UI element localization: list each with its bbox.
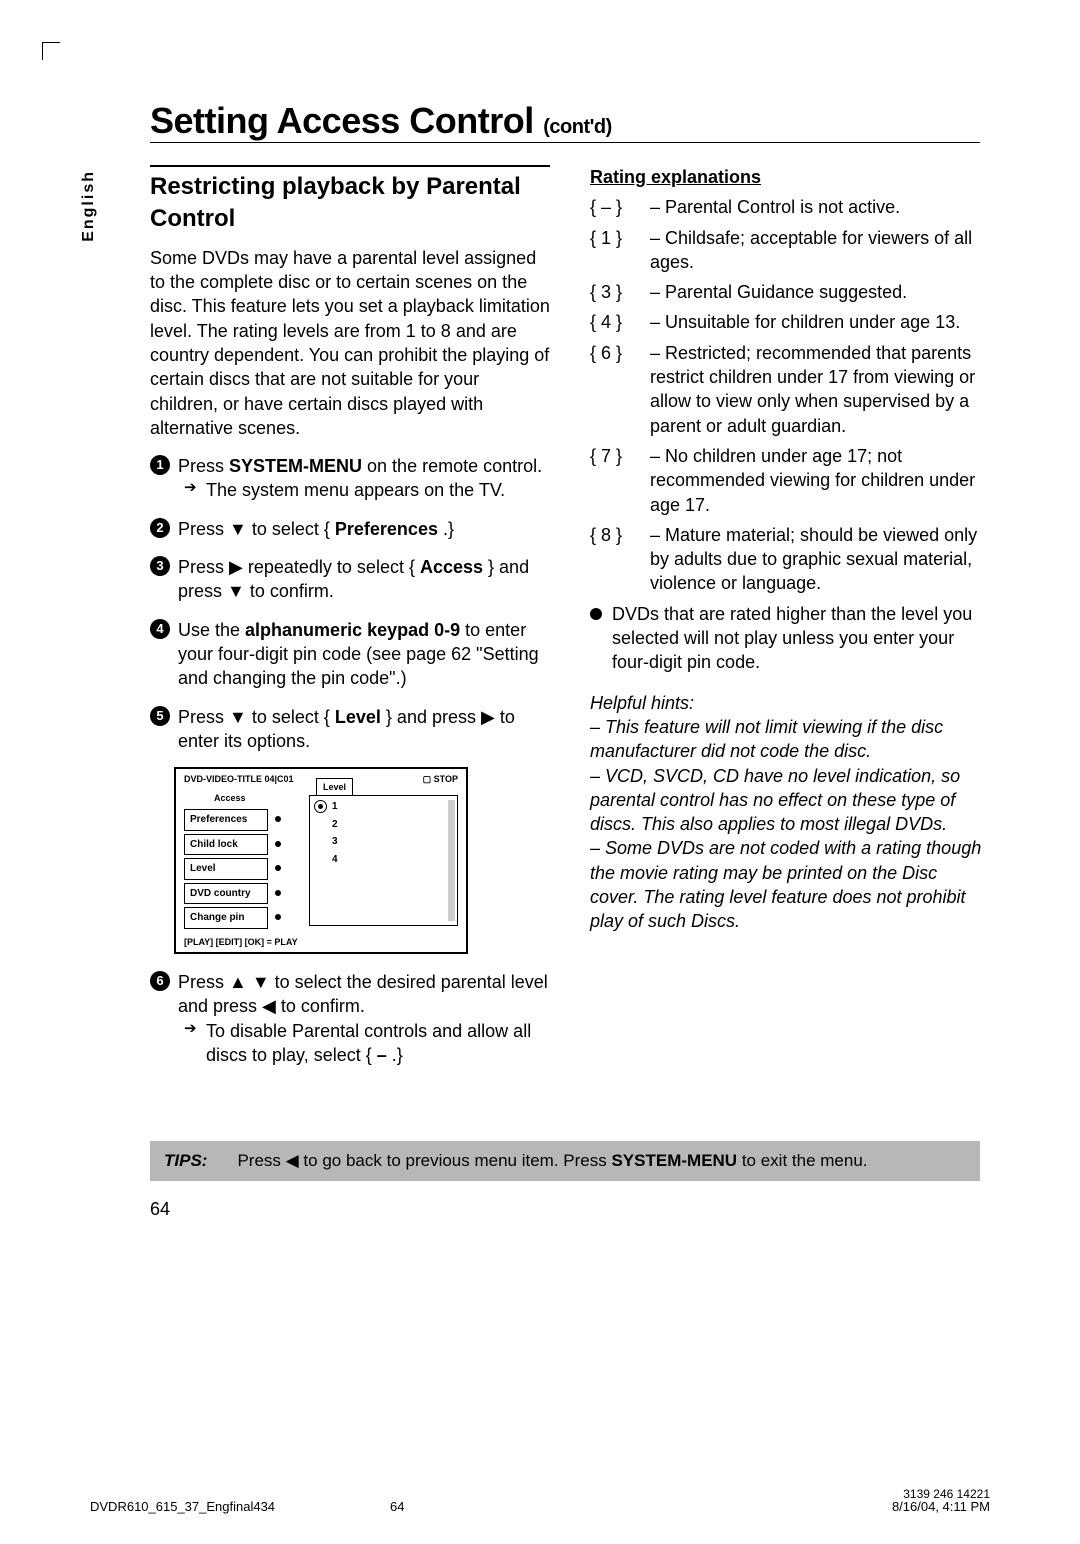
- osd-item-changepin: Change pin: [184, 907, 268, 929]
- page-title-wrap: Setting Access Control (cont'd): [150, 100, 980, 143]
- footer-file: DVDR610_615_37_Engfinal434: [90, 1499, 275, 1514]
- section-subtitle: Restricting playback by Parental Control: [150, 165, 550, 236]
- left-column: Restricting playback by Parental Control…: [150, 165, 550, 1081]
- osd-stop: ▢ STOP: [423, 773, 458, 785]
- step-number-icon: 6: [150, 971, 170, 991]
- osd-item-childlock: Child lock: [184, 834, 268, 856]
- osd-body: Access Preferences Child lock Level DVD …: [176, 789, 466, 932]
- rating-row: { – }– Parental Control is not active.: [590, 195, 990, 219]
- rating-row: { 4 }– Unsuitable for children under age…: [590, 310, 990, 334]
- step-1-result: The system menu appears on the TV.: [178, 478, 550, 502]
- step-number-icon: 1: [150, 455, 170, 475]
- step-4: 4 Use the alphanumeric keypad 0-9 to ent…: [150, 618, 550, 691]
- osd-scrollbar: [448, 800, 455, 921]
- osd-footer: [PLAY] [EDIT] [OK] = PLAY: [176, 932, 466, 952]
- osd-panel-label: Level: [316, 778, 353, 796]
- title-contd: (cont'd): [543, 116, 612, 138]
- step-2: 2 Press ▼ to select { Preferences .}: [150, 517, 550, 541]
- step-number-icon: 3: [150, 556, 170, 576]
- manual-page: English Setting Access Control (cont'd) …: [0, 0, 1080, 1544]
- step-3: 3 Press ▶ repeatedly to select { Access …: [150, 555, 550, 604]
- step-number-icon: 5: [150, 706, 170, 726]
- tips-label: TIPS:: [164, 1151, 207, 1171]
- page-number: 64: [150, 1199, 990, 1220]
- step-6: 6 Press ▲ ▼ to select the desired parent…: [150, 970, 550, 1067]
- tips-bar: TIPS: Press ◀ to go back to previous men…: [150, 1141, 980, 1181]
- osd-item-country: DVD country: [184, 883, 268, 905]
- rating-row: { 1 }– Childsafe; acceptable for viewers…: [590, 226, 990, 275]
- footer-page: 64: [390, 1499, 404, 1514]
- footer-date: 8/16/04, 4:11 PM: [892, 1499, 990, 1514]
- osd-menu: Access Preferences Child lock Level DVD …: [176, 789, 291, 932]
- rating-row: { 7 }– No children under age 17; not rec…: [590, 444, 990, 517]
- osd-access-label: Access: [184, 792, 286, 806]
- hints-body: – This feature will not limit viewing if…: [590, 715, 990, 934]
- osd-level-panel: Level 1 2 3 4: [309, 795, 458, 926]
- ratings-heading: Rating explanations: [590, 165, 990, 189]
- rating-note: DVDs that are rated higher than the leve…: [590, 602, 990, 675]
- rating-row: { 6 }– Restricted; recommended that pare…: [590, 341, 990, 438]
- osd-option: 4: [310, 851, 457, 869]
- osd-item-level: Level: [184, 858, 268, 880]
- rating-row: { 8 }– Mature material; should be viewed…: [590, 523, 990, 596]
- ratings-list: { – }– Parental Control is not active. {…: [590, 195, 990, 595]
- intro-paragraph: Some DVDs may have a parental level assi…: [150, 246, 550, 440]
- footer: DVDR610_615_37_Engfinal434 64 8/16/04, 4…: [90, 1499, 990, 1514]
- step-1: 1 Press SYSTEM-MENU on the remote contro…: [150, 454, 550, 503]
- step-number-icon: 4: [150, 619, 170, 639]
- language-tab: English: [80, 170, 98, 242]
- osd-option: 2: [310, 816, 457, 834]
- osd-item-preferences: Preferences: [184, 809, 268, 831]
- title-main: Setting Access Control: [150, 100, 543, 141]
- osd-option: 3: [310, 833, 457, 851]
- footer-code: 3139 246 14221: [903, 1487, 990, 1501]
- page-title: Setting Access Control (cont'd): [150, 100, 612, 141]
- step-number-icon: 2: [150, 518, 170, 538]
- rating-row: { 3 }– Parental Guidance suggested.: [590, 280, 990, 304]
- osd-option: 1: [310, 798, 457, 816]
- columns: Restricting playback by Parental Control…: [150, 165, 990, 1081]
- step-6-result: To disable Parental controls and allow a…: [178, 1019, 550, 1068]
- hints-heading: Helpful hints:: [590, 691, 990, 715]
- step-5: 5 Press ▼ to select { Level } and press …: [150, 705, 550, 754]
- osd-title: DVD-VIDEO-TITLE 04|C01: [184, 773, 294, 785]
- osd-screenshot: DVD-VIDEO-TITLE 04|C01 ▢ STOP Access Pre…: [174, 767, 468, 954]
- right-column: Rating explanations { – }– Parental Cont…: [590, 165, 990, 1081]
- tips-text: Press ◀ to go back to previous menu item…: [237, 1151, 867, 1171]
